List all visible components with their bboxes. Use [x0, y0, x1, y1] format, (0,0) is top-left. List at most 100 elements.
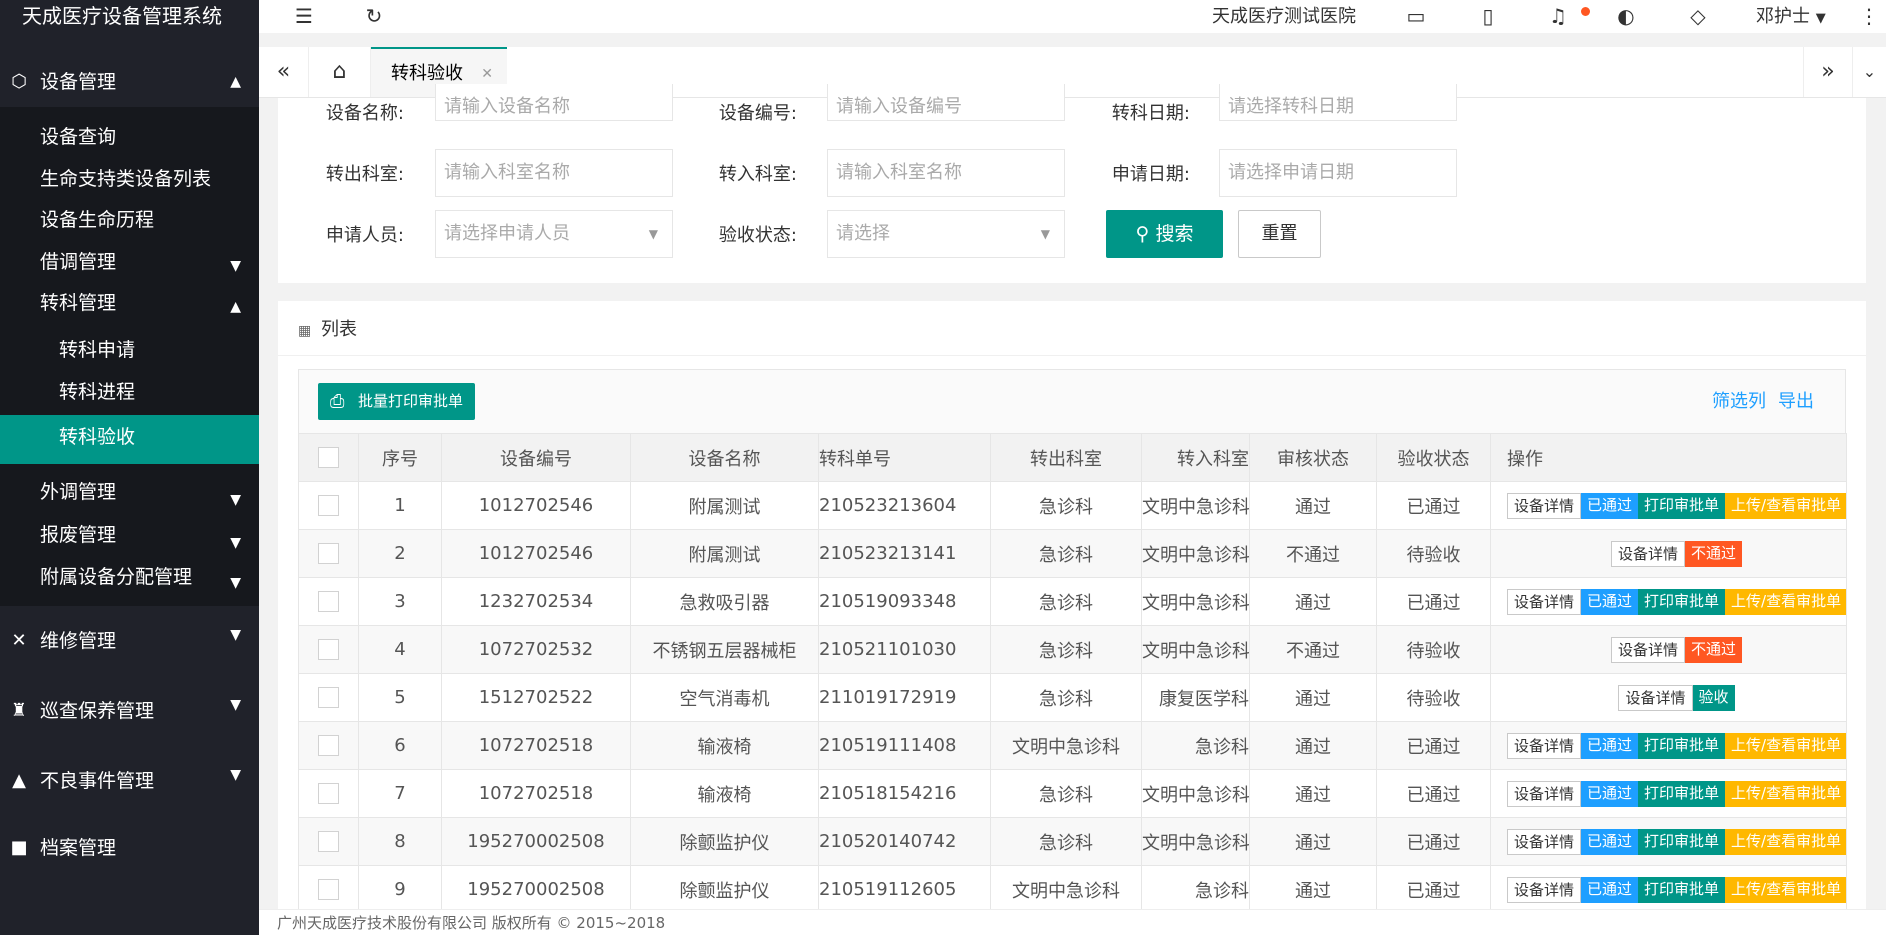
row-checkbox[interactable] — [298, 481, 359, 530]
approved-button[interactable]: 已通过 — [1581, 588, 1639, 615]
sidebar-item-loan[interactable]: 借调管理 ▼ — [0, 241, 259, 283]
reset-button[interactable]: 重置 — [1238, 210, 1321, 258]
upload-approval-button[interactable]: 上传/查看审批单 — [1725, 732, 1846, 759]
nav-group-adverse[interactable]: ▲ 不良事件管理 ▼ — [0, 746, 259, 816]
sidebar-item-transfer[interactable]: 转科管理 ▲ — [0, 283, 259, 324]
checkbox[interactable] — [318, 687, 339, 709]
sidebar-item-transfer-accept[interactable]: 转科验收 — [0, 415, 259, 464]
more-vertical-icon[interactable]: ⋮ — [1859, 0, 1879, 33]
approved-button[interactable]: 已通过 — [1581, 828, 1639, 855]
accept-status-select[interactable]: 请选择 ▼ — [827, 210, 1065, 258]
nav-group-repair[interactable]: ✕ 维修管理 ▼ — [0, 606, 259, 676]
hospital-name: 天成医疗测试医院 — [1212, 6, 1356, 27]
search-button[interactable]: ⚲ 搜索 — [1106, 210, 1223, 258]
checkbox[interactable] — [318, 783, 339, 805]
upload-approval-button[interactable]: 上传/查看审批单 — [1725, 828, 1846, 855]
row-checkbox[interactable] — [298, 529, 359, 578]
tab-scroll-right-icon[interactable]: » — [1803, 47, 1853, 97]
device-no-cell: 195270002508 — [441, 865, 631, 914]
upload-approval-button[interactable]: 上传/查看审批单 — [1725, 876, 1846, 903]
export-link[interactable]: 导出 — [1778, 387, 1814, 413]
print-approval-button[interactable]: 打印审批单 — [1638, 828, 1726, 855]
approved-button[interactable]: 已通过 — [1581, 780, 1639, 807]
checkbox[interactable] — [318, 831, 339, 853]
device-detail-button[interactable]: 设备详情 — [1507, 780, 1582, 807]
approved-button[interactable]: 已通过 — [1581, 492, 1639, 519]
device-detail-button[interactable]: 设备详情 — [1610, 540, 1685, 567]
sidebar-item-external-loan[interactable]: 外调管理 ▼ — [0, 464, 259, 514]
approved-button[interactable]: 已通过 — [1581, 732, 1639, 759]
sidebar-item-accessory[interactable]: 附属设备分配管理 ▼ — [0, 556, 259, 606]
home-icon[interactable]: ⌂ — [309, 47, 371, 97]
batch-print-button[interactable]: ⎙ 批量打印审批单 — [318, 383, 475, 420]
transfer-date-input[interactable]: 请选择转科日期 — [1219, 84, 1457, 121]
filter-columns-link[interactable]: 筛选列 — [1712, 387, 1766, 413]
sidebar-item-transfer-apply[interactable]: 转科申请 — [0, 324, 259, 372]
sidebar-item-scrap[interactable]: 报废管理 ▼ — [0, 514, 259, 556]
approved-button[interactable]: 已通过 — [1581, 876, 1639, 903]
sidebar-item-query[interactable]: 设备查询 — [0, 117, 259, 158]
row-checkbox[interactable] — [298, 817, 359, 866]
rejected-button[interactable]: 不通过 — [1685, 636, 1743, 663]
device-name-input[interactable]: 请输入设备名称 — [435, 84, 673, 121]
apply-date-input[interactable]: 请选择申请日期 — [1219, 149, 1457, 197]
row-checkbox[interactable] — [298, 769, 359, 818]
out-dept-input[interactable]: 请输入科室名称 — [435, 149, 673, 197]
checkbox[interactable] — [318, 879, 339, 901]
device-no-input[interactable]: 请输入设备编号 — [827, 84, 1065, 121]
order-no-cell: 210523213141 — [818, 529, 991, 578]
rejected-button[interactable]: 不通过 — [1685, 540, 1743, 567]
device-detail-button[interactable]: 设备详情 — [1507, 588, 1582, 615]
device-detail-button[interactable]: 设备详情 — [1507, 876, 1582, 903]
checkbox[interactable] — [318, 639, 339, 661]
bell-icon[interactable]: ♫ — [1545, 0, 1571, 33]
tab-menu-chevron-icon[interactable]: ⌄ — [1853, 47, 1886, 97]
sidebar-item-lifecycle[interactable]: 设备生命历程 — [0, 200, 259, 241]
checkbox[interactable] — [318, 543, 339, 565]
upload-approval-button[interactable]: 上传/查看审批单 — [1725, 780, 1846, 807]
nav-group-inspection[interactable]: ♜ 巡查保养管理 ▼ — [0, 676, 259, 746]
checkbox[interactable] — [318, 495, 339, 517]
in-dept-input[interactable]: 请输入科室名称 — [827, 149, 1065, 197]
device-detail-button[interactable]: 设备详情 — [1507, 732, 1582, 759]
print-approval-button[interactable]: 打印审批单 — [1638, 492, 1726, 519]
out-dept-cell: 文明中急诊科 — [990, 721, 1142, 770]
device-detail-button[interactable]: 设备详情 — [1507, 828, 1582, 855]
print-approval-button[interactable]: 打印审批单 — [1638, 732, 1726, 759]
sidebar-item-life-support[interactable]: 生命支持类设备列表 — [0, 158, 259, 200]
row-checkbox[interactable] — [298, 577, 359, 626]
table-icon: ▦ — [298, 323, 312, 339]
row-index: 8 — [358, 817, 442, 866]
applicant-select[interactable]: 请选择申请人员 ▼ — [435, 210, 673, 258]
print-approval-button[interactable]: 打印审批单 — [1638, 588, 1726, 615]
device-detail-button[interactable]: 设备详情 — [1618, 684, 1693, 711]
print-approval-button[interactable]: 打印审批单 — [1638, 780, 1726, 807]
device-detail-button[interactable]: 设备详情 — [1610, 636, 1685, 663]
book-icon[interactable]: ▯ — [1475, 0, 1501, 33]
tab-scroll-left-icon[interactable]: « — [259, 47, 309, 97]
device-detail-button[interactable]: 设备详情 — [1507, 492, 1582, 519]
checkbox[interactable] — [318, 735, 339, 757]
tag-icon[interactable]: ◇ — [1685, 0, 1711, 33]
row-checkbox[interactable] — [298, 625, 359, 674]
nav-group-equipment[interactable]: ⬡ 设备管理 ▲ — [0, 57, 259, 107]
table-row: 8 195270002508 除颤监护仪 210520140742 急诊科 文明中急诊科通… — [298, 817, 1847, 866]
device-name-cell: 除颤监护仪 — [630, 817, 819, 866]
palette-icon[interactable]: ◐ — [1613, 0, 1639, 33]
menu-collapse-icon[interactable]: ☰ — [289, 0, 319, 33]
refresh-icon[interactable]: ↻ — [359, 0, 389, 33]
upload-approval-button[interactable]: 上传/查看审批单 — [1725, 588, 1846, 615]
upload-approval-button[interactable]: 上传/查看审批单 — [1725, 492, 1846, 519]
row-checkbox[interactable] — [298, 673, 359, 722]
nav-group-more[interactable]: ■ 档案管理 — [0, 816, 259, 866]
row-checkbox[interactable] — [298, 865, 359, 914]
monitor-icon[interactable]: ▭ — [1403, 0, 1429, 33]
accept-status-cell: 已通过 — [1376, 481, 1491, 530]
print-approval-button[interactable]: 打印审批单 — [1638, 876, 1726, 903]
user-menu[interactable]: 邓护士 ▼ — [1756, 0, 1826, 33]
sidebar-item-transfer-progress[interactable]: 转科进程 — [0, 372, 259, 413]
select-all-checkbox[interactable] — [298, 433, 359, 482]
accept-button[interactable]: 验收 — [1692, 684, 1735, 711]
checkbox[interactable] — [318, 591, 339, 613]
row-checkbox[interactable] — [298, 721, 359, 770]
